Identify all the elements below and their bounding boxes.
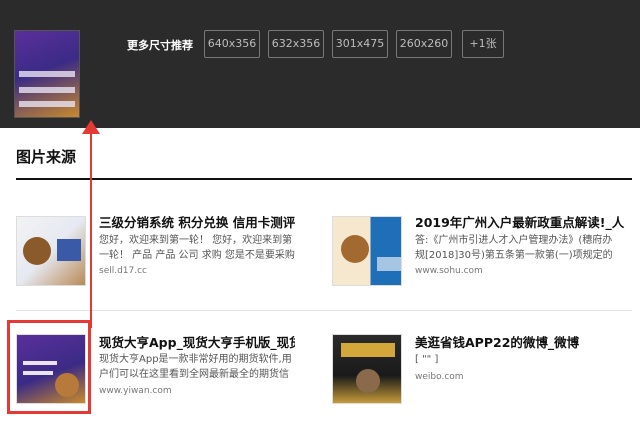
result-desc-4: [ "" ]: [415, 354, 439, 365]
result-title-2[interactable]: 2019年广州入户最新政重点解读!_人: [415, 212, 625, 231]
result-domain-3: www.yiwan.com: [99, 386, 172, 396]
highlight-arrow-icon: [82, 120, 100, 134]
row-divider: [16, 310, 632, 311]
poster-icon: [341, 343, 395, 393]
result-thumbnail-1[interactable]: [16, 216, 86, 286]
result-title-4[interactable]: 美逛省钱APP22的微博_微博: [415, 332, 625, 351]
section-title: 图片来源: [16, 148, 77, 166]
result-domain-4: weibo.com: [415, 372, 464, 382]
result-desc-3: 现货大亨App是一款非常好用的期货软件,用户们可以在这里看到全网最新最全的期货信: [99, 354, 292, 380]
top-bar: 更多尺寸推荐 640x356 632x356 301x475 260x260 +…: [0, 0, 640, 128]
result-title-1[interactable]: 三级分销系统 积分兑换 信用卡测评: [99, 212, 299, 231]
result-domain-2: www.sohu.com: [415, 266, 483, 276]
result-desc-1: 您好，欢迎来到第一轮！ 您好，欢迎来到第一轮！ 产品 产品 公司 求购 您是不是…: [99, 235, 295, 261]
highlight-box: [7, 320, 91, 414]
more-sizes-label: 更多尺寸推荐: [127, 39, 193, 52]
size-button-632x356[interactable]: 632x356: [268, 30, 324, 58]
section-divider: [16, 178, 632, 180]
size-button-301x475[interactable]: 301x475: [332, 30, 388, 58]
result-desc-2: 答:《广州市引进人才入户管理办法》(穗府办规[2018]30号)第五条第一款第(…: [415, 235, 613, 261]
size-button-260x260[interactable]: 260x260: [396, 30, 452, 58]
result-domain-1: sell.d17.cc: [99, 266, 148, 276]
cartoon-character-icon: [341, 235, 401, 271]
highlight-pointer-line: [90, 128, 92, 328]
main-preview-thumbnail[interactable]: [14, 30, 80, 118]
result-thumbnail-4[interactable]: [332, 334, 402, 404]
size-button-640x356[interactable]: 640x356: [204, 30, 260, 58]
result-title-3[interactable]: 现货大亨App_现货大亨手机版_现货: [99, 332, 295, 351]
cartoon-character-icon: [23, 237, 81, 265]
size-button-more[interactable]: +1张: [462, 30, 504, 58]
result-thumbnail-2[interactable]: [332, 216, 402, 286]
